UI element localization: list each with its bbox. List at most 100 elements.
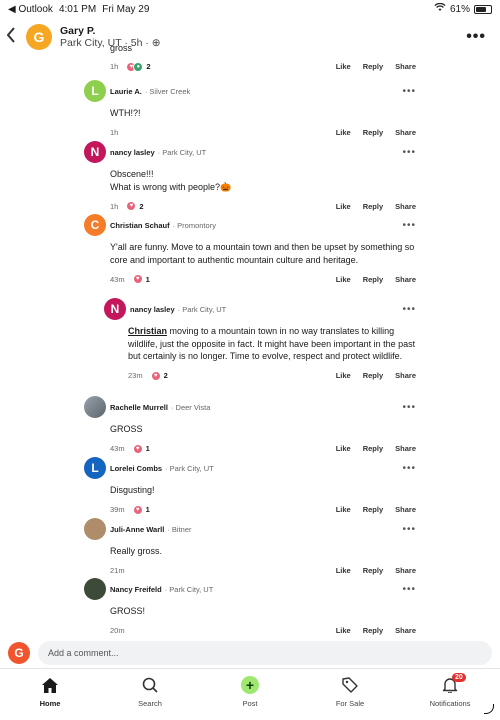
- reaction-count: 1: [145, 274, 150, 284]
- comment-item: C Christian Schauf · Promontory ••• Y'al…: [84, 214, 416, 285]
- like-button[interactable]: Like: [336, 444, 351, 453]
- back-to-app-link[interactable]: ◀ Outlook: [8, 4, 53, 15]
- comment-time: 23m: [128, 371, 143, 380]
- like-button[interactable]: Like: [336, 505, 351, 514]
- reply-button[interactable]: Reply: [363, 626, 383, 635]
- comment-more-icon[interactable]: •••: [402, 524, 416, 535]
- tab-for-sale[interactable]: For Sale: [300, 669, 400, 720]
- share-button[interactable]: Share: [395, 626, 416, 635]
- share-button[interactable]: Share: [395, 62, 416, 71]
- reply-button[interactable]: Reply: [363, 371, 383, 380]
- like-button[interactable]: Like: [336, 202, 351, 211]
- comment-text: Disgusting!: [110, 485, 155, 495]
- commenter-avatar[interactable]: N: [104, 298, 126, 320]
- commenter-avatar[interactable]: [84, 396, 106, 418]
- heart-icon: ♥: [132, 274, 143, 284]
- commenter-avatar[interactable]: L: [84, 80, 106, 102]
- reply-button[interactable]: Reply: [363, 62, 383, 71]
- comment-time: 43m: [110, 274, 125, 284]
- tab-label: Search: [138, 699, 162, 708]
- like-button[interactable]: Like: [336, 566, 351, 575]
- commenter-location: · Park City, UT: [157, 147, 207, 157]
- commenter-location: · Park City, UT: [164, 584, 214, 594]
- commenter-name[interactable]: Juli-Anne Warll: [110, 525, 164, 534]
- commenter-avatar[interactable]: L: [84, 457, 106, 479]
- mention-link[interactable]: Christian: [128, 326, 167, 336]
- commenter-name[interactable]: Laurie A.: [110, 87, 142, 96]
- comment-more-icon[interactable]: •••: [402, 584, 416, 595]
- commenter-name[interactable]: nancy lasley: [110, 148, 155, 157]
- commenter-name[interactable]: Lorelei Combs: [110, 464, 162, 473]
- reactions[interactable]: ♥ ● 2: [126, 61, 151, 72]
- share-button[interactable]: Share: [395, 128, 416, 137]
- like-button[interactable]: Like: [336, 128, 351, 137]
- comment-text: Y'all are funny. Move to a mountain town…: [110, 242, 415, 265]
- comment-thread[interactable]: gross 1h ♥ ● 2 Like Reply Share L Laurie…: [0, 44, 500, 636]
- battery-icon: [474, 4, 492, 14]
- commenter-avatar[interactable]: [84, 518, 106, 540]
- like-button[interactable]: Like: [336, 62, 351, 71]
- commenter-avatar[interactable]: N: [84, 141, 106, 163]
- commenter-avatar[interactable]: C: [84, 214, 106, 236]
- heart-icon: ♥: [150, 370, 161, 381]
- tab-post[interactable]: + Post: [200, 669, 300, 720]
- share-button[interactable]: Share: [395, 444, 416, 453]
- reply-button[interactable]: Reply: [363, 128, 383, 137]
- comment-time: 43m: [110, 444, 125, 453]
- heart-icon: ♥: [126, 201, 137, 211]
- commenter-name[interactable]: Nancy Freifeld: [110, 585, 162, 594]
- share-button[interactable]: Share: [395, 202, 416, 211]
- comment-text: GROSS!: [110, 606, 146, 616]
- current-user-avatar: G: [8, 642, 30, 664]
- reply-button[interactable]: Reply: [363, 202, 383, 211]
- reactions[interactable]: ♥ 2: [150, 370, 168, 381]
- author-name[interactable]: Gary P.: [60, 25, 161, 37]
- like-button[interactable]: Like: [336, 626, 351, 635]
- notification-badge: 20: [452, 673, 466, 682]
- comment-time: 21m: [110, 566, 125, 575]
- comment-more-icon[interactable]: •••: [402, 304, 416, 315]
- reply-button[interactable]: Reply: [363, 566, 383, 575]
- reply-button[interactable]: Reply: [363, 505, 383, 514]
- tab-search[interactable]: Search: [100, 669, 200, 720]
- comment-more-icon[interactable]: •••: [402, 220, 416, 231]
- share-button[interactable]: Share: [395, 275, 416, 284]
- comment-more-icon[interactable]: •••: [402, 463, 416, 474]
- comment-more-icon[interactable]: •••: [402, 147, 416, 158]
- heart-icon: ♥: [132, 504, 143, 515]
- comment-text: moving to a mountain town in no way tran…: [128, 326, 416, 361]
- tab-home[interactable]: Home: [0, 669, 100, 720]
- comment-item: Nancy Freifeld · Park City, UT ••• GROSS…: [84, 578, 416, 636]
- commenter-avatar[interactable]: [84, 578, 106, 600]
- commenter-name[interactable]: nancy lasley: [130, 305, 175, 314]
- comment-time: 20m: [110, 626, 125, 635]
- tab-label: Notifications: [429, 699, 471, 708]
- reactions[interactable]: ♥ 1: [132, 274, 150, 284]
- commenter-location: · Park City, UT: [177, 304, 227, 314]
- commenter-name[interactable]: Rachelle Murrell: [110, 403, 168, 412]
- share-button[interactable]: Share: [395, 371, 416, 380]
- comment-item: N nancy lasley · Park City, UT ••• Obsce…: [84, 141, 416, 212]
- share-button[interactable]: Share: [395, 566, 416, 575]
- like-button[interactable]: Like: [336, 275, 351, 284]
- reply-button[interactable]: Reply: [363, 275, 383, 284]
- comment-item: L Lorelei Combs · Park City, UT ••• Disg…: [84, 457, 416, 516]
- add-comment-input[interactable]: [38, 641, 492, 665]
- reactions[interactable]: ♥ 2: [126, 201, 144, 211]
- comment-more-icon[interactable]: •••: [402, 86, 416, 97]
- comment-time: 39m: [110, 505, 125, 514]
- share-button[interactable]: Share: [395, 505, 416, 514]
- reactions[interactable]: ♥ 1: [132, 504, 150, 515]
- reaction-count: 1: [145, 505, 150, 514]
- comment-more-icon[interactable]: •••: [402, 402, 416, 413]
- wifi-icon: [434, 2, 446, 15]
- reactions[interactable]: ♥ 1: [132, 443, 150, 454]
- search-icon: [140, 675, 160, 695]
- commenter-location: · Deer Vista: [170, 402, 211, 412]
- reply-button[interactable]: Reply: [363, 444, 383, 453]
- comment-text: Really gross.: [110, 546, 163, 556]
- battery-percent: 61%: [449, 3, 470, 15]
- tab-label: For Sale: [335, 699, 365, 708]
- commenter-name[interactable]: Christian Schauf: [110, 221, 170, 230]
- like-button[interactable]: Like: [336, 371, 351, 380]
